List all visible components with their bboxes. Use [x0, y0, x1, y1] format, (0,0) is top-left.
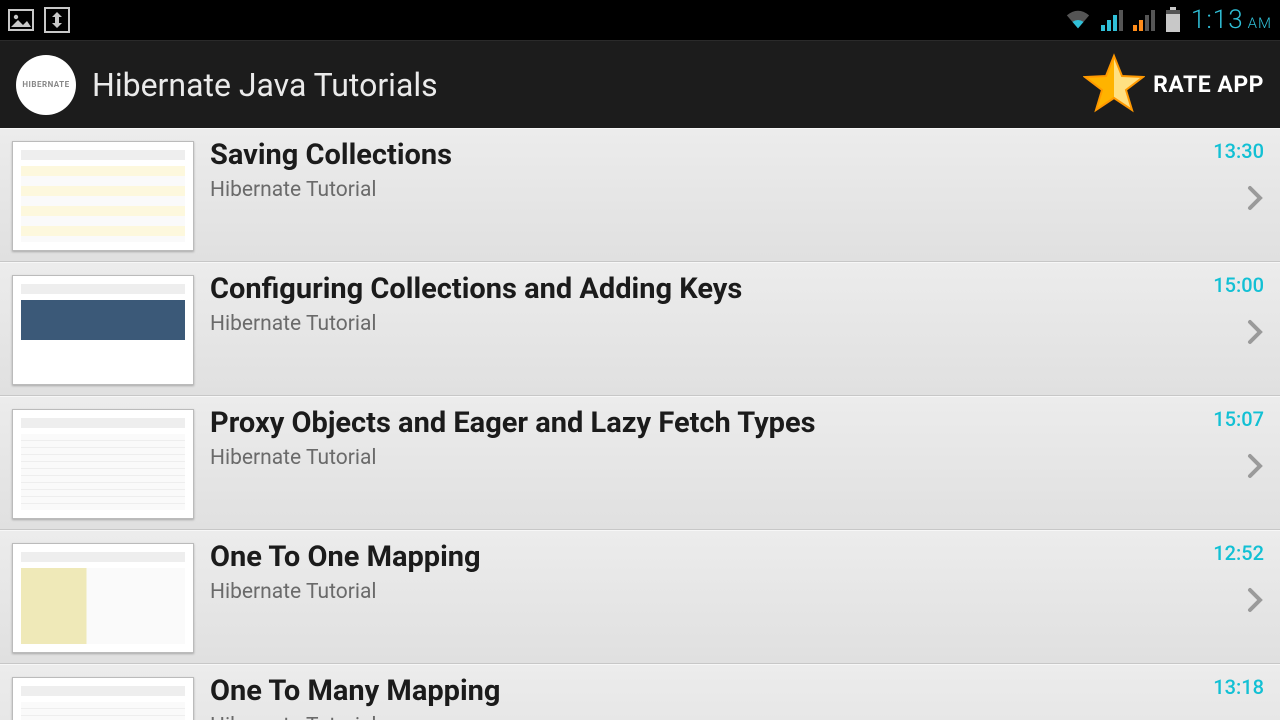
chevron-right-icon — [1246, 587, 1264, 617]
page-title: Hibernate Java Tutorials — [92, 66, 438, 104]
chevron-right-icon — [1246, 453, 1264, 483]
list-item-main: One To One Mapping Hibernate Tutorial — [210, 539, 1172, 604]
list-item-title: Saving Collections — [210, 139, 1172, 172]
list-item-subtitle: Hibernate Tutorial — [210, 714, 1172, 720]
list-item-title: One To Many Mapping — [210, 675, 1172, 708]
clock-time-value: 1:13 — [1191, 5, 1244, 35]
signal-2-icon — [1133, 9, 1155, 31]
list-item-right: 13:30 — [1188, 137, 1264, 215]
list-item[interactable]: One To One Mapping Hibernate Tutorial 12… — [0, 530, 1280, 664]
list-item[interactable]: Proxy Objects and Eager and Lazy Fetch T… — [0, 396, 1280, 530]
list-item-title: Configuring Collections and Adding Keys — [210, 273, 1172, 306]
chevron-right-icon — [1246, 319, 1264, 349]
sync-icon — [44, 7, 70, 33]
rate-app-label: RATE APP — [1153, 71, 1264, 98]
tutorial-list[interactable]: Saving Collections Hibernate Tutorial 13… — [0, 128, 1280, 720]
status-right: 1:13 AM — [1065, 5, 1272, 35]
thumbnail — [12, 677, 194, 720]
rate-app-button[interactable]: RATE APP — [1083, 52, 1264, 118]
list-item-duration: 15:00 — [1213, 273, 1264, 297]
list-item-right: 13:18 — [1188, 673, 1264, 720]
clock-ampm: AM — [1248, 14, 1272, 32]
list-item-subtitle: Hibernate Tutorial — [210, 178, 1172, 202]
chevron-right-icon — [1246, 185, 1264, 215]
list-item-right: 12:52 — [1188, 539, 1264, 617]
battery-icon — [1165, 7, 1181, 33]
signal-1-icon — [1101, 9, 1123, 31]
list-item-right: 15:00 — [1188, 271, 1264, 349]
picture-icon — [8, 7, 34, 33]
app-header: HIBERNATE Hibernate Java Tutorials RATE … — [0, 40, 1280, 128]
list-item-title: One To One Mapping — [210, 541, 1172, 574]
list-item-right: 15:07 — [1188, 405, 1264, 483]
list-item-duration: 13:30 — [1213, 139, 1264, 163]
list-item-duration: 13:18 — [1213, 675, 1264, 699]
list-item-main: Saving Collections Hibernate Tutorial — [210, 137, 1172, 202]
list-item-subtitle: Hibernate Tutorial — [210, 446, 1172, 470]
thumbnail — [12, 275, 194, 385]
list-item[interactable]: Configuring Collections and Adding Keys … — [0, 262, 1280, 396]
status-bar: 1:13 AM — [0, 0, 1280, 40]
list-item-subtitle: Hibernate Tutorial — [210, 580, 1172, 604]
status-clock: 1:13 AM — [1191, 5, 1272, 35]
list-item[interactable]: Saving Collections Hibernate Tutorial 13… — [0, 128, 1280, 262]
list-item-subtitle: Hibernate Tutorial — [210, 312, 1172, 336]
thumbnail — [12, 409, 194, 519]
thumbnail — [12, 543, 194, 653]
app-icon: HIBERNATE — [16, 55, 76, 115]
star-icon — [1083, 52, 1145, 118]
list-item-main: Configuring Collections and Adding Keys … — [210, 271, 1172, 336]
list-item-duration: 15:07 — [1213, 407, 1264, 431]
status-left — [8, 7, 70, 33]
wifi-icon — [1065, 7, 1091, 33]
list-item-duration: 12:52 — [1213, 541, 1264, 565]
list-item-main: One To Many Mapping Hibernate Tutorial — [210, 673, 1172, 720]
list-item[interactable]: One To Many Mapping Hibernate Tutorial 1… — [0, 664, 1280, 720]
thumbnail — [12, 141, 194, 251]
app-icon-label: HIBERNATE — [22, 80, 69, 89]
list-item-title: Proxy Objects and Eager and Lazy Fetch T… — [210, 407, 1172, 440]
list-item-main: Proxy Objects and Eager and Lazy Fetch T… — [210, 405, 1172, 470]
